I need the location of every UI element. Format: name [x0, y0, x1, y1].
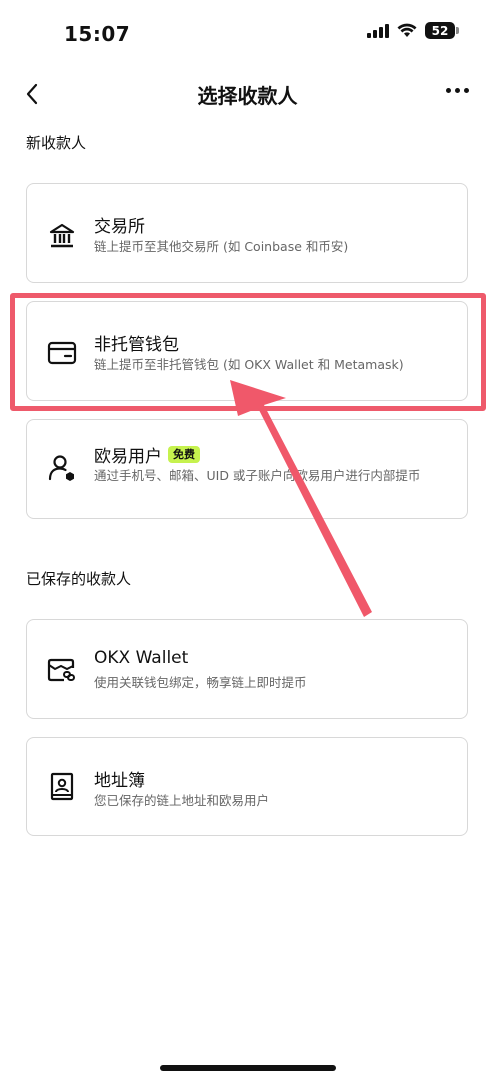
recipient-option-exchange[interactable]: 交易所 链上提币至其他交易所 (如 Coinbase 和币安)	[26, 183, 468, 283]
recipient-option-desc: 通过手机号、邮箱、UID 或子账户向欧易用户进行内部提币	[94, 468, 421, 483]
section-title-saved-recipients: 已保存的收款人	[26, 570, 132, 588]
saved-recipient-okx-wallet[interactable]: OKX Wallet 使用关联钱包绑定，畅享链上即时提币	[26, 619, 468, 719]
linked-wallet-icon	[47, 656, 77, 686]
battery-icon: 52	[425, 22, 459, 39]
status-icons: 52	[367, 22, 459, 39]
free-badge: 免费	[168, 446, 200, 463]
recipient-option-title: 非托管钱包	[94, 335, 179, 355]
address-book-icon	[47, 772, 77, 802]
recipient-option-title: 交易所	[94, 217, 145, 237]
wifi-icon	[397, 23, 417, 37]
recipient-option-okx-user[interactable]: 欧易用户 免费 通过手机号、邮箱、UID 或子账户向欧易用户进行内部提币	[26, 419, 468, 519]
saved-recipient-address-book[interactable]: 地址簿 您已保存的链上地址和欧易用户	[26, 737, 468, 836]
recipient-option-non-custodial-wallet[interactable]: 非托管钱包 链上提币至非托管钱包 (如 OKX Wallet 和 Metamas…	[26, 301, 468, 401]
recipient-option-title: 欧易用户	[94, 447, 162, 467]
bank-icon	[47, 221, 77, 251]
page-title: 选择收款人	[197, 84, 298, 108]
section-title-new-recipient: 新收款人	[26, 134, 87, 152]
annotation-arrow	[230, 380, 372, 617]
user-icon	[47, 453, 77, 483]
more-button[interactable]	[446, 88, 469, 93]
saved-recipient-desc: 使用关联钱包绑定，畅享链上即时提币	[94, 675, 307, 690]
more-icon	[446, 88, 451, 93]
saved-recipient-title: OKX Wallet	[94, 648, 189, 668]
signal-icon	[367, 23, 389, 38]
status-time: 15:07	[64, 22, 131, 46]
home-indicator	[160, 1065, 336, 1071]
recipient-option-title-row: 欧易用户 免费	[94, 442, 200, 467]
wallet-icon	[47, 338, 77, 368]
saved-recipient-title: 地址簿	[94, 771, 145, 791]
saved-recipient-desc: 您已保存的链上地址和欧易用户	[94, 793, 270, 808]
recipient-option-desc: 链上提币至非托管钱包 (如 OKX Wallet 和 Metamask)	[94, 357, 404, 372]
recipient-option-desc: 链上提币至其他交易所 (如 Coinbase 和币安)	[94, 239, 349, 254]
battery-level: 52	[431, 23, 449, 38]
